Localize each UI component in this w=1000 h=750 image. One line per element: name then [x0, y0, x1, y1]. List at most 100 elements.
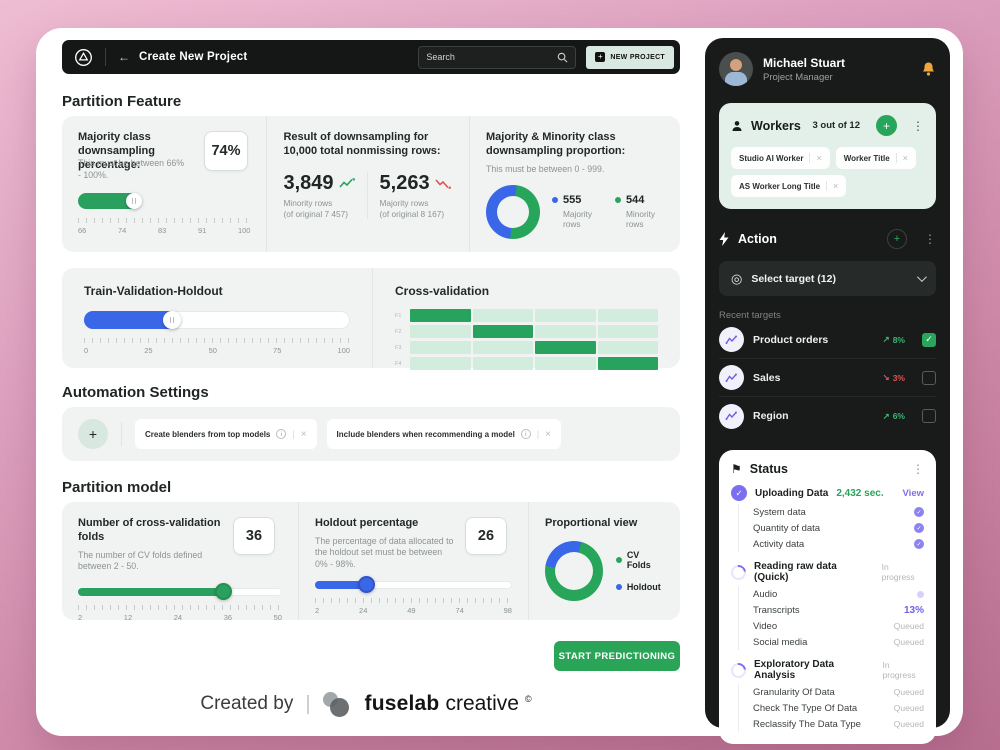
holdout-slider[interactable]	[315, 581, 512, 589]
downsampling-card: Majority class downsampling percentage: …	[62, 116, 266, 252]
target-checkbox[interactable]	[922, 371, 936, 385]
brand-name-bold: fuselab	[365, 692, 440, 716]
cv-cell	[473, 357, 534, 370]
divider: |	[292, 429, 294, 439]
user-role: Project Manager	[763, 72, 845, 83]
status-title: Status	[750, 462, 788, 476]
target-checkbox[interactable]: ✓	[922, 333, 936, 347]
tvh-slider-handle[interactable]	[163, 311, 181, 329]
train-validation-holdout-card: Train-Validation-Holdout 0255075100	[62, 268, 372, 368]
partition-feature-heading: Partition Feature	[62, 93, 181, 110]
new-project-button[interactable]: + NEW PROJECT	[586, 46, 674, 69]
proportion-legend-majority: 555 Majority rows	[552, 194, 601, 229]
automation-chip[interactable]: Create blenders from top models i | ×	[135, 419, 317, 449]
cv-cell	[598, 341, 659, 354]
uploading-sub-list: System data✓ Quantity of data✓ Activity …	[738, 504, 924, 552]
grip-icon	[132, 198, 136, 204]
chart-squiggle-icon	[719, 327, 744, 352]
folds-slider-handle[interactable]	[215, 583, 232, 600]
mini-check-icon: ✓	[914, 507, 924, 517]
spinner-icon	[728, 659, 749, 680]
cv-cell	[473, 341, 534, 354]
status-menu-icon[interactable]: ⋮	[912, 462, 924, 476]
worker-chip[interactable]: Studio AI Worker×	[731, 147, 830, 169]
partition-feature-panel: Majority class downsampling percentage: …	[62, 116, 680, 252]
flag-icon: ⚑	[731, 462, 742, 476]
folds-value-input[interactable]: 36	[233, 517, 275, 555]
target-row-product-orders[interactable]: Product orders ↗8% ✓	[719, 321, 936, 359]
status-item: Quantity of data✓	[753, 520, 924, 536]
trend-down-icon	[435, 178, 451, 189]
search-box[interactable]	[418, 46, 576, 69]
app-window: ← Create New Project + NEW PROJECT Parti…	[36, 28, 963, 736]
remove-worker-icon[interactable]: ×	[809, 153, 821, 163]
remove-worker-icon[interactable]: ×	[826, 181, 838, 191]
legend-holdout: Holdout	[616, 582, 664, 592]
target-checkbox[interactable]	[922, 409, 936, 423]
progress-percent: 13%	[904, 605, 924, 616]
target-row-sales[interactable]: Sales ↘3%	[719, 359, 936, 397]
holdout-slider-handle[interactable]	[358, 576, 375, 593]
action-header: Action + ⋮	[719, 229, 936, 249]
cross-title: Cross-validation	[395, 284, 658, 299]
tvh-slider[interactable]	[84, 311, 350, 329]
status-item: Check The Type Of DataQueued	[753, 700, 924, 716]
trend-up-icon: ↗	[883, 411, 890, 422]
notification-bell-icon[interactable]	[921, 61, 936, 77]
eda-sub-list: Granularity Of DataQueued Check The Type…	[738, 684, 924, 732]
info-icon[interactable]: i	[521, 429, 531, 439]
folds-slider[interactable]	[78, 588, 282, 596]
tvh-slider-fill	[84, 311, 172, 329]
minority-rows-stat: 3,849	[283, 172, 354, 195]
upload-time: 2,432 sec.	[836, 488, 883, 499]
action-menu-icon[interactable]: ⋮	[924, 232, 936, 246]
slider-handle[interactable]	[126, 193, 142, 209]
back-button[interactable]: ←	[118, 50, 130, 64]
start-predictioning-button[interactable]: START PREDICTIONING	[554, 641, 680, 671]
worker-chip[interactable]: Worker Title×	[836, 147, 916, 169]
cv-cell	[473, 309, 534, 322]
user-avatar[interactable]	[719, 52, 753, 86]
cv-cell	[598, 357, 659, 370]
info-icon[interactable]: i	[276, 429, 286, 439]
add-action-button[interactable]: +	[887, 229, 907, 249]
search-input[interactable]	[426, 52, 557, 62]
trend-badge: ↗8%	[883, 334, 905, 345]
queued-label: Queued	[894, 687, 924, 697]
proportional-view-card: Proportional view CV Folds Holdout	[528, 502, 680, 620]
select-target-dropdown[interactable]: ◎ Select target (12)	[719, 261, 936, 296]
spinner-icon	[728, 561, 749, 582]
trend-down-icon: ↘	[883, 372, 890, 383]
majority-dot-icon	[552, 197, 558, 203]
add-setting-button[interactable]: +	[78, 419, 108, 449]
downsampling-result-card: Result of downsampling for 10,000 total …	[266, 116, 469, 252]
add-worker-button[interactable]: +	[876, 115, 897, 136]
target-row-region[interactable]: Region ↗6%	[719, 397, 936, 435]
user-name: Michael Stuart	[763, 56, 845, 70]
proportion-hint: This must be between 0 - 999.	[486, 164, 664, 175]
holdout-tick-labels: 224497498	[315, 606, 512, 615]
cv-cell	[598, 325, 659, 338]
status-group-reading: Reading raw data (Quick) In progress	[731, 561, 924, 583]
cv-folds-card: Number of cross-validation folds The num…	[62, 502, 298, 620]
partition-model-heading: Partition model	[62, 479, 171, 496]
queued-label: Queued	[894, 703, 924, 713]
view-link[interactable]: View	[903, 488, 924, 499]
remove-chip-icon[interactable]: ×	[301, 429, 307, 440]
downsampling-value-input[interactable]: 74%	[204, 131, 248, 171]
remove-chip-icon[interactable]: ×	[545, 429, 551, 440]
automation-chip[interactable]: Include blenders when recommending a mod…	[327, 419, 561, 449]
holdout-value-input[interactable]: 26	[465, 517, 507, 555]
status-group-eda: Exploratory Data Analysis In progress	[731, 659, 924, 681]
status-item: Activity data✓	[753, 536, 924, 552]
in-progress-label: In progress	[882, 562, 924, 582]
downsampling-slider[interactable]	[78, 193, 250, 209]
worker-chip[interactable]: AS Worker Long Title×	[731, 175, 846, 197]
cv-folds-dot-icon	[616, 557, 622, 563]
plus-icon: +	[595, 52, 605, 62]
trend-badge: ↗6%	[883, 411, 905, 422]
remove-worker-icon[interactable]: ×	[896, 153, 908, 163]
cv-cell	[535, 309, 596, 322]
brand-name-regular: creative	[445, 692, 519, 716]
workers-menu-icon[interactable]: ⋮	[912, 119, 924, 133]
